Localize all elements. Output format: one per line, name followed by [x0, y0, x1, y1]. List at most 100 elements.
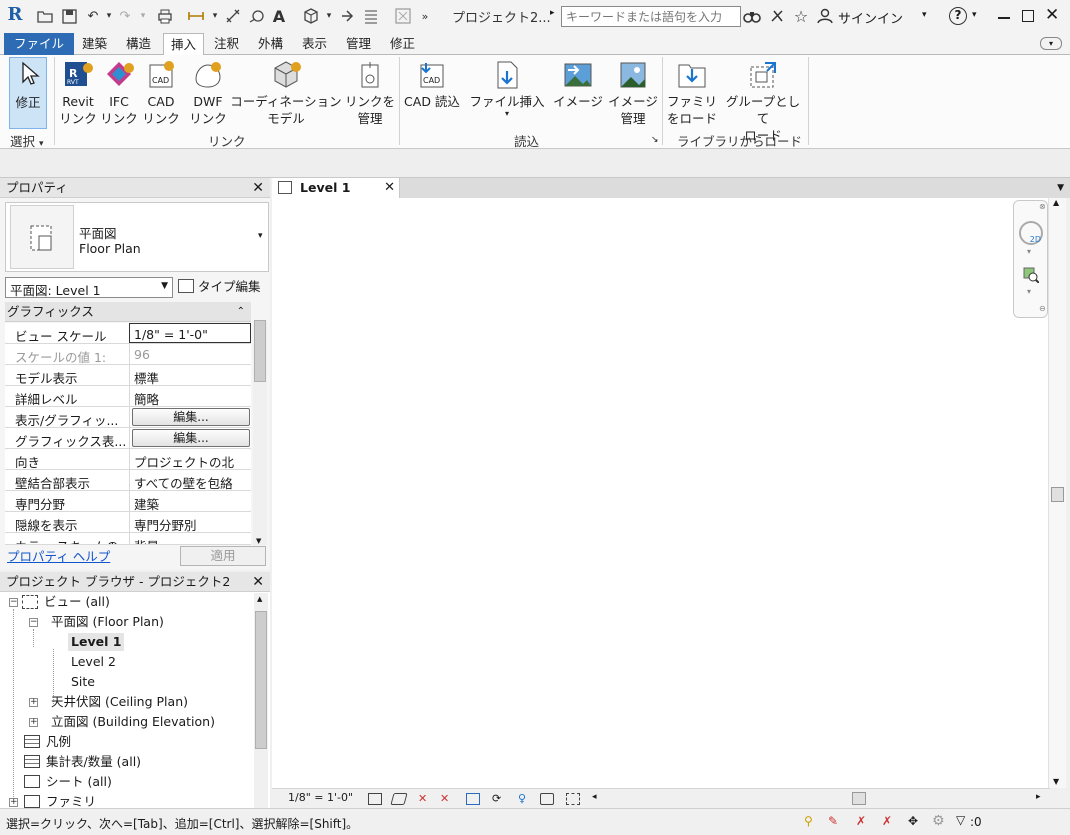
close-properties-icon[interactable]: ✕ [252, 178, 264, 198]
load-family-button[interactable]: ファミリ をロード [666, 57, 718, 127]
type-selector[interactable]: 平面図 Floor Plan ▾ [5, 202, 269, 272]
instance-selector[interactable]: 平面図: Level 1 ▼ [5, 277, 173, 298]
collapse-views-icon[interactable]: − [9, 598, 18, 607]
graphic-display-edit-button[interactable]: 編集... [132, 429, 250, 447]
redo-icon[interactable]: ↷ [116, 8, 134, 24]
tab-manage[interactable]: 管理 [339, 33, 378, 55]
steering-wheel-2d-icon[interactable]: 2D [1019, 221, 1043, 245]
analytical-model-icon[interactable] [566, 793, 580, 805]
visibility-graphics-edit-button[interactable]: 編集... [132, 408, 250, 426]
import-cad-button[interactable]: CAD CAD 読込 [403, 57, 461, 110]
help-icon[interactable]: ? [949, 7, 967, 25]
close-browser-icon[interactable]: ✕ [252, 572, 264, 592]
tree-node-legends[interactable]: 凡例 [24, 733, 71, 751]
maximize-icon[interactable] [1022, 10, 1034, 22]
tree-node-floor-plan[interactable]: 平面図 (Floor Plan) [51, 613, 164, 631]
view-tab-level-1[interactable]: Level 1 ✕ [272, 178, 400, 198]
select-underlay-icon[interactable]: ✎ [828, 814, 838, 828]
tree-node-level-2[interactable]: Level 2 [71, 653, 116, 671]
image-button[interactable]: イメージ [552, 57, 604, 110]
expand-ceiling-plan-icon[interactable]: + [29, 698, 38, 707]
signin-button[interactable]: サインイン [838, 8, 903, 27]
select-pinned-icon[interactable]: ✗ [856, 814, 866, 828]
view-tab-menu-icon[interactable]: ▼ [1057, 183, 1064, 193]
print-icon[interactable] [156, 8, 174, 24]
detail-level-icon[interactable] [368, 793, 382, 805]
more-tools-icon[interactable]: » [416, 8, 434, 24]
insert-from-file-dropdown-icon[interactable]: ▾ [469, 110, 545, 118]
select-by-face-icon[interactable]: ✗ [882, 814, 892, 828]
close-navbar-icon[interactable]: ⊗ [1039, 202, 1046, 211]
drag-elements-icon[interactable]: ✥ [908, 814, 918, 828]
color-scheme-field[interactable]: 背景 [129, 533, 251, 544]
tree-node-views[interactable]: ビュー (all) [22, 593, 110, 611]
aligned-dimension-icon[interactable] [224, 8, 242, 24]
background-process-icon[interactable]: ⚙ [932, 813, 945, 829]
hscroll-right-icon[interactable]: ▸ [1036, 792, 1041, 802]
orientation-field[interactable]: プロジェクトの北 [129, 449, 251, 469]
tab-modify[interactable]: 修正 [383, 33, 422, 55]
import-panel-launcher-icon[interactable]: ↘ [651, 135, 659, 145]
model-display-field[interactable]: 標準 [129, 365, 251, 385]
coordination-model-button[interactable]: コーディネーション モデル [230, 57, 342, 127]
view-scale-field[interactable]: 1/8" = 1'-0" [129, 323, 251, 343]
tree-node-site[interactable]: Site [71, 673, 95, 691]
revit-link-button[interactable]: R RVT Revit リンク [58, 57, 98, 127]
subscription-icon[interactable] [768, 8, 786, 24]
save-icon[interactable] [60, 8, 78, 24]
canvas-vscroll-thumb[interactable] [1051, 487, 1064, 502]
browser-scrollbar[interactable]: ▲ [254, 593, 268, 808]
favorites-star-icon[interactable]: ☆ [792, 7, 810, 26]
tab-file[interactable]: ファイル [4, 33, 75, 55]
zoom-dropdown-icon[interactable]: ▾ [1027, 287, 1031, 296]
app-logo[interactable]: R [6, 4, 24, 25]
sun-path-off-icon[interactable]: ✕ [418, 793, 432, 805]
visual-style-icon[interactable] [390, 793, 408, 805]
canvas-vertical-scrollbar[interactable]: ▲ ▼ [1048, 198, 1066, 788]
binoculars-icon[interactable] [743, 8, 761, 24]
3d-view-dropdown-icon[interactable]: ▾ [320, 8, 338, 24]
tab-view[interactable]: 表示 [295, 33, 334, 55]
expand-families-icon[interactable]: + [9, 798, 18, 807]
select-links-icon[interactable]: ⚲ [804, 814, 813, 828]
scroll-up-icon[interactable]: ▲ [257, 595, 262, 603]
thin-lines-icon[interactable] [362, 8, 380, 24]
apply-button[interactable]: 適用 [180, 546, 266, 566]
hidden-lines-field[interactable]: 専門分野別 [129, 512, 251, 532]
scroll-down-icon[interactable]: ▼ [256, 537, 261, 545]
zoom-region-icon[interactable] [1023, 267, 1040, 284]
open-icon[interactable] [36, 8, 54, 24]
properties-scroll-thumb[interactable] [254, 320, 266, 382]
insert-from-file-button[interactable]: ファイル挿入 ▾ [469, 57, 545, 118]
canvas-hscroll-thumb[interactable] [852, 792, 866, 805]
scroll-down-icon[interactable]: ▼ [1053, 777, 1059, 786]
text-icon[interactable]: A [270, 7, 288, 26]
tree-node-schedules[interactable]: 集計表/数量 (all) [24, 753, 141, 771]
discipline-field[interactable]: 建築 [129, 491, 251, 511]
tab-site[interactable]: 外構 [251, 33, 290, 55]
close-window-icon[interactable]: ✕ [1045, 5, 1059, 25]
cad-link-button[interactable]: CAD CAD リンク [140, 57, 182, 127]
detail-level-field[interactable]: 簡略 [129, 386, 251, 406]
filter-icon[interactable]: ▽ [956, 813, 965, 827]
tab-architecture[interactable]: 建築 [75, 33, 114, 55]
signin-dropdown-icon[interactable]: ▾ [922, 10, 927, 20]
tab-annotate[interactable]: 注釈 [207, 33, 246, 55]
close-view-tab-icon[interactable]: ✕ [384, 178, 395, 198]
tree-node-ceiling-plan[interactable]: 天井伏図 (Ceiling Plan) [51, 693, 188, 711]
properties-help-link[interactable]: プロパティ ヘルプ [7, 546, 110, 565]
graphics-section-header[interactable]: グラフィックス ⌃ [5, 302, 251, 322]
3d-view-icon[interactable] [302, 8, 320, 24]
tree-node-building-elevation[interactable]: 立面図 (Building Elevation) [51, 713, 215, 731]
measure-dropdown-icon[interactable]: ▾ [206, 8, 224, 24]
user-icon[interactable] [816, 8, 834, 24]
help-dropdown-icon[interactable]: ▾ [972, 10, 977, 20]
browser-scroll-thumb[interactable] [255, 611, 267, 749]
hscroll-left-icon[interactable]: ◂ [592, 792, 597, 802]
tag-icon[interactable] [248, 8, 266, 24]
minimize-icon[interactable] [998, 17, 1010, 19]
properties-scrollbar[interactable]: ▲ ▼ [253, 320, 267, 545]
type-dropdown-icon[interactable]: ▾ [258, 231, 263, 241]
drawing-canvas[interactable] [272, 198, 1048, 788]
navbar-options-icon[interactable]: ⊖ [1039, 304, 1046, 313]
